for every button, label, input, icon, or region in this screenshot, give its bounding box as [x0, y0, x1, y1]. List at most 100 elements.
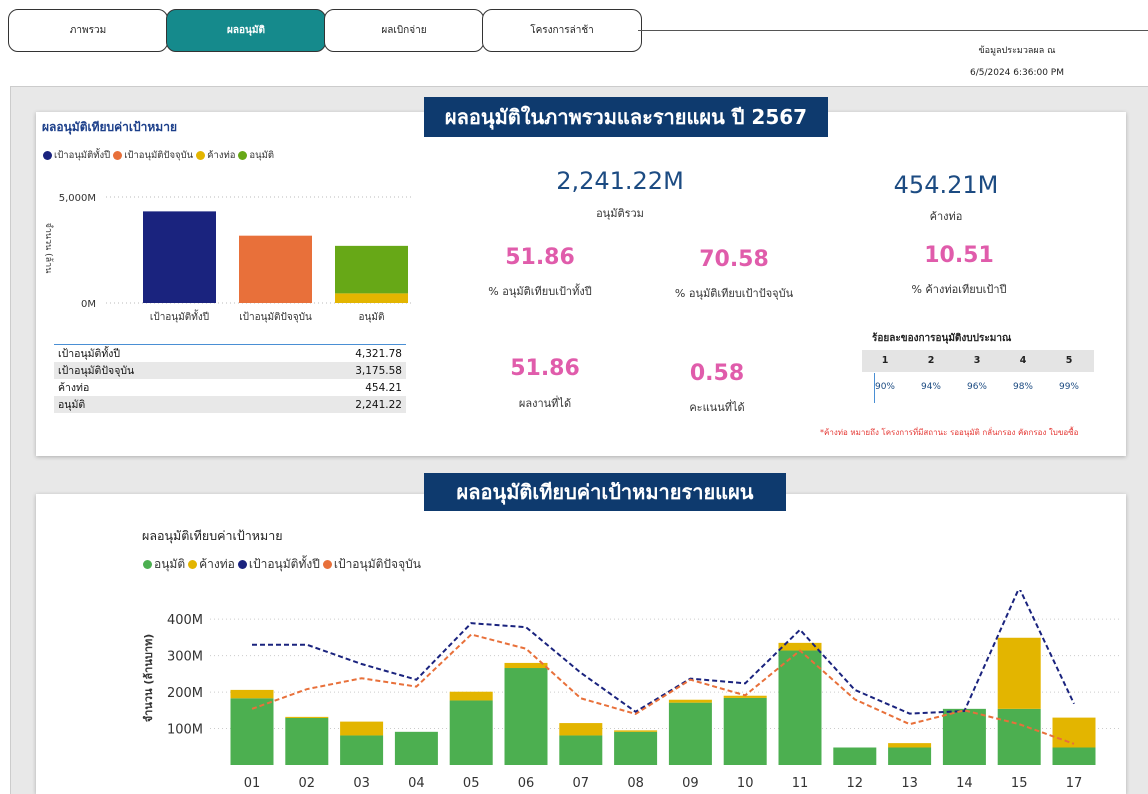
plan-chart-title: ผลอนุมัติเทียบค่าเป้าหมาย [142, 528, 283, 543]
line-year-target [252, 590, 1075, 715]
y-tick-label: 0M [81, 299, 96, 310]
bar-pending [335, 293, 408, 303]
score-header-cell: 4 [1019, 355, 1027, 366]
kpi-pct-year-label: % อนุมัติเทียบเป้าทั้งปี [488, 285, 592, 298]
plan-chart-legend: อนุมัติ ค้างท่อ เป้าอนุมัติทั้งปี เป้าอน… [140, 555, 421, 574]
legend-label: ค้างท่อ [207, 150, 236, 161]
row-value: 454.21 [365, 381, 402, 394]
kpi-pct-current-label: % อนุมัติเทียบเป้าปัจจุบัน [674, 287, 794, 300]
bar-approved [888, 747, 932, 765]
bar-approved [997, 708, 1041, 765]
tab-approval[interactable]: ผลอนุมัติ [166, 9, 326, 52]
y-tick-label: 400M [167, 613, 203, 628]
kpi-pending-total-label: ค้างท่อ [929, 210, 963, 223]
bar-approved [449, 700, 493, 765]
table-row: เป้าอนุมัติทั้งปี 4,321.78 [54, 345, 406, 362]
bar-approved [942, 708, 986, 765]
score-value-cell: 94% [920, 382, 941, 392]
legend-approved: อนุมัติ [235, 148, 274, 163]
legend-current-target: เป้าอนุมัติปัจจุบัน [320, 555, 421, 574]
score-header-cell: 5 [1065, 355, 1073, 366]
y-tick-label: 100M [167, 723, 203, 738]
legend-label: เป้าอนุมัติปัจจุบัน [124, 150, 194, 161]
legend-dot-navy [237, 560, 247, 569]
kpi-approved-total-label: อนุมัติรวม [596, 207, 644, 220]
bar-approved [1052, 747, 1096, 765]
x-tick-label: 04 [408, 776, 425, 791]
bar-approved [340, 735, 384, 765]
score-table-header: 1 2 3 4 5 [862, 350, 1094, 372]
kpi-pct-year: 51.86 [505, 245, 575, 270]
bar-pending [449, 691, 493, 701]
x-tick-label: 13 [901, 776, 918, 791]
legend-label: อนุมัติ [249, 150, 275, 161]
legend-pending: ค้างท่อ [193, 148, 235, 163]
x-tick-label: 09 [682, 776, 699, 791]
kpi-performance: 51.86 [510, 356, 580, 381]
x-tick-label: เป้าอนุมัติทั้งปี [150, 309, 209, 323]
row-label: อนุมัติ [54, 396, 268, 413]
x-tick-label: 10 [737, 776, 754, 791]
bar-pending [668, 699, 712, 703]
summary-banner: ผลอนุมัติในภาพรวมและรายแผน ปี 2567 [424, 97, 828, 137]
score-value-cell: 98% [1012, 382, 1033, 392]
table-row: เป้าอนุมัติปัจจุบัน 3,175.58 [54, 362, 406, 379]
plan-bar-chart: 100M 200M 300M 400M จำนวน (ล้านบาท) 01 02 03 04 0… [142, 590, 1120, 791]
bar-approved [559, 735, 603, 765]
x-tick-label: 17 [1066, 776, 1083, 791]
legend-label: เป้าอนุมัติทั้งปี [248, 557, 320, 571]
legend-label: เป้าอนุมัติปัจจุบัน [333, 557, 421, 571]
bar-pending [997, 637, 1041, 709]
tab-disbursement[interactable]: ผลเบิกจ่าย [324, 9, 484, 52]
x-tick-label: 07 [573, 776, 590, 791]
kpi-pending-total: 454.21M [893, 171, 999, 199]
tab-overview[interactable]: ภาพรวม [8, 9, 168, 52]
tab-divider [638, 30, 1148, 31]
legend-dot-green [143, 560, 152, 569]
x-tick-label: 02 [299, 776, 316, 791]
row-value: 3,175.58 [267, 362, 406, 379]
legend-dot-green [238, 151, 248, 160]
x-tick-label: 15 [1011, 776, 1028, 791]
bar-approved [394, 731, 438, 765]
score-table-title: ร้อยละของการอนุมัติงบประมาณ [872, 333, 1012, 344]
legend-dot-orange [322, 560, 332, 569]
score-header-cell: 3 [973, 355, 981, 366]
row-label: เป้าอนุมัติทั้งปี [58, 348, 121, 360]
legend-current-target: เป้าอนุมัติปัจจุบัน [110, 148, 193, 163]
bar-pending [504, 662, 548, 669]
kpi-score-label: คะแนนที่ได้ [689, 401, 745, 414]
x-tick-label: 12 [847, 776, 864, 791]
legend-label: ค้างท่อ [199, 557, 235, 571]
bar-pending [340, 721, 384, 736]
x-tick-label: 01 [244, 776, 261, 791]
legend-pending: ค้างท่อ [185, 555, 235, 574]
x-tick-label: เป้าอนุมัติปัจจุบัน [239, 311, 312, 323]
x-tick-label: อนุมัติ [359, 312, 385, 323]
left-card-legend: เป้าอนุมัติทั้งปี เป้าอนุมัติปัจจุบัน ค้… [40, 148, 274, 163]
left-card-title: ผลอนุมัติเทียบค่าเป้าหมาย [42, 120, 177, 134]
bar-pending [285, 716, 329, 718]
score-value-cell: 96% [966, 382, 987, 392]
legend-label: อนุมัติ [154, 557, 186, 571]
score-header-cell: 2 [927, 355, 935, 366]
score-value-cell: 90% [874, 382, 895, 392]
score-value-cell: 99% [1058, 382, 1079, 392]
x-tick-label: 05 [463, 776, 480, 791]
kpi-pct-current: 70.58 [699, 247, 769, 272]
y-tick-label: 300M [167, 650, 203, 665]
legend-dot-navy [43, 151, 52, 160]
tab-bar: ภาพรวม ผลอนุมัติ ผลเบิกจ่าย โครงการล่าช้… [8, 9, 642, 52]
bar-pending [888, 743, 932, 748]
tab-delayed-projects[interactable]: โครงการล่าช้า [482, 9, 642, 52]
row-value: 2,241.22 [267, 396, 406, 413]
bar-pending [559, 723, 603, 736]
table-top-line [54, 344, 406, 345]
score-header-cell: 1 [881, 355, 889, 366]
bar-approved [335, 245, 408, 294]
bar-approved [668, 702, 712, 765]
x-tick-label: 11 [792, 776, 809, 791]
processed-label: ข้อมูลประมวลผล ณ [978, 46, 1056, 56]
kpi-performance-label: ผลงานที่ได้ [518, 397, 572, 410]
legend-dot-orange [113, 151, 123, 160]
